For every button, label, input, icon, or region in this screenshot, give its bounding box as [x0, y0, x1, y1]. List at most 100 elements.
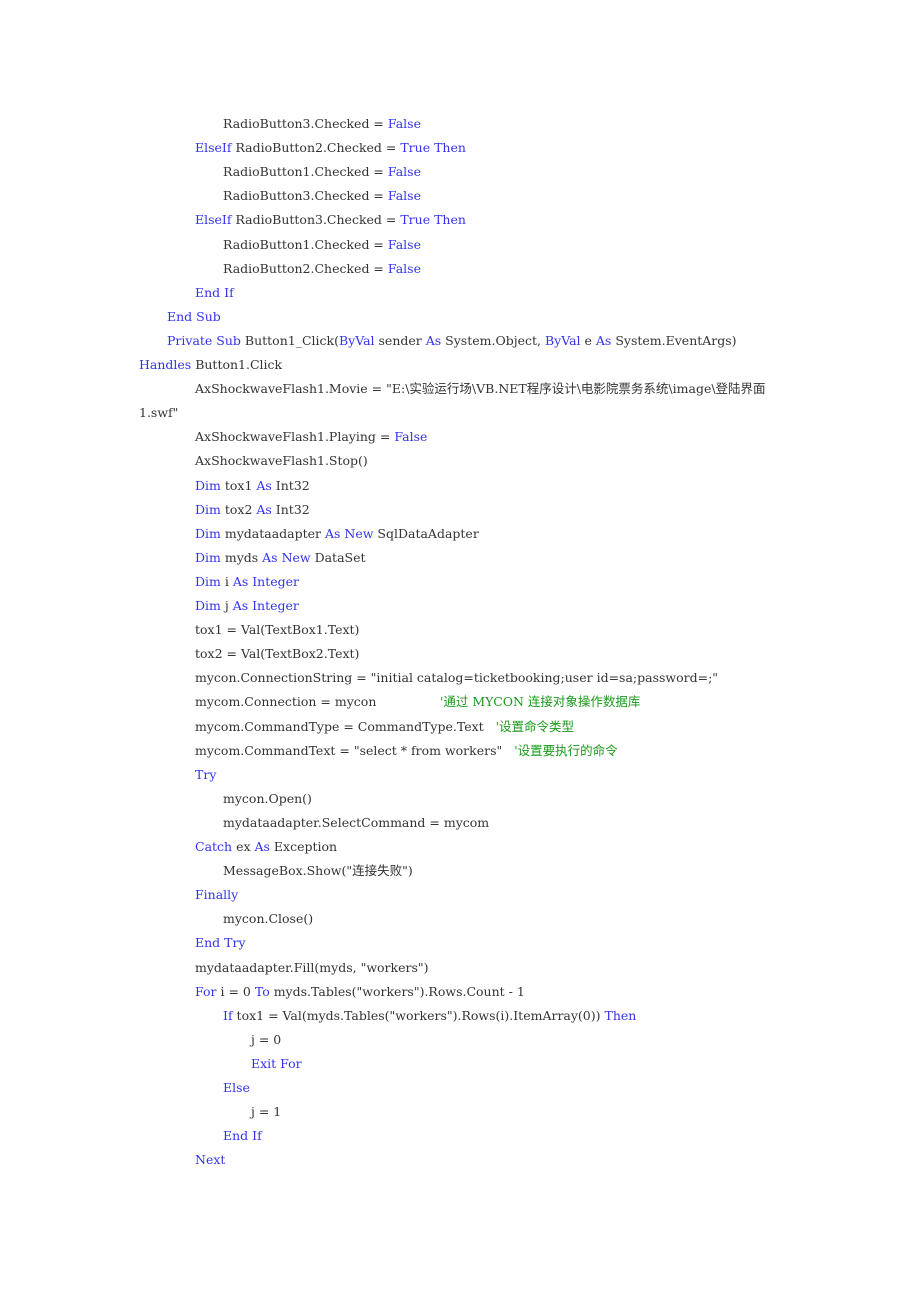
code-text: j = 0 [251, 1032, 282, 1047]
code-text: System.EventArgs) [611, 333, 737, 348]
code-line: RadioButton3.Checked = False [223, 186, 421, 210]
code-keyword: True [400, 212, 431, 227]
code-text: i [220, 574, 233, 589]
code-text: mycon.Close() [223, 911, 314, 926]
code-keyword: As Integer [232, 598, 299, 613]
code-text: ex [232, 839, 255, 854]
code-text: SqlDataAdapter [373, 526, 479, 541]
code-comment: '通过 MYCON 连接对象操作数据库 [439, 694, 641, 709]
code-keyword: As [425, 333, 442, 348]
code-keyword: For [195, 984, 217, 999]
code-keyword: As [256, 502, 272, 517]
code-text: Button1_Click( [240, 333, 339, 348]
code-line: Next [195, 1150, 225, 1174]
code-keyword: As New [324, 526, 374, 541]
code-keyword: Else [223, 1080, 250, 1095]
code-keyword: False [387, 116, 421, 131]
code-line: j = 1 [251, 1102, 281, 1126]
code-keyword: ByVal [544, 333, 581, 348]
code-text: tox2 = Val(TextBox2.Text) [195, 646, 360, 661]
code-text: mycom.Connection = mycon [195, 694, 440, 709]
code-line: MessageBox.Show("连接失败") [223, 861, 413, 885]
code-text: mycon.Open() [223, 791, 312, 806]
document-page: RadioButton3.Checked = False ElseIf Radio… [0, 0, 920, 1302]
code-text: mycon.ConnectionString = "initial catalo… [195, 670, 719, 685]
code-text: RadioButton3.Checked = [231, 212, 401, 227]
code-line: AxShockwaveFlash1.Stop() [195, 451, 368, 475]
code-text: 1.swf" [139, 405, 179, 420]
code-keyword: As [254, 839, 270, 854]
code-keyword: End If [223, 1128, 262, 1143]
code-text: AxShockwaveFlash1.Movie = "E:\实验运行场\VB.N… [195, 381, 766, 396]
code-keyword: Dim [195, 478, 221, 493]
code-text: AxShockwaveFlash1.Stop() [195, 453, 368, 468]
code-line: RadioButton1.Checked = False [223, 235, 421, 259]
code-line: mycom.CommandType = CommandType.Text '设置… [195, 717, 574, 741]
code-keyword: False [387, 164, 421, 179]
code-line: mydataadapter.SelectCommand = mycom [223, 813, 489, 837]
code-line: End If [195, 283, 234, 307]
code-line: AxShockwaveFlash1.Playing = False [195, 427, 427, 451]
code-line: Finally [195, 885, 238, 909]
code-line: Dim tox2 As Int32 [195, 500, 310, 524]
code-line: tox1 = Val(TextBox1.Text) [195, 620, 359, 644]
code-text: j [220, 598, 233, 613]
code-text: RadioButton3.Checked = [223, 188, 388, 203]
code-text: Int32 [271, 502, 310, 517]
code-line: mycon.ConnectionString = "initial catalo… [195, 668, 718, 692]
code-keyword: As [595, 333, 612, 348]
code-keyword: Try [195, 767, 217, 782]
code-text: RadioButton1.Checked = [223, 237, 388, 252]
code-keyword: Dim [195, 502, 221, 517]
code-line: Handles Button1.Click [139, 355, 282, 379]
code-line: Dim mydataadapter As New SqlDataAdapter [195, 524, 479, 548]
code-line: End If [223, 1126, 262, 1150]
code-text: mycom.CommandType = CommandType.Text [195, 719, 496, 734]
code-text: tox1 [220, 478, 257, 493]
code-line: Catch ex As Exception [195, 837, 337, 861]
code-keyword: Exit For [251, 1056, 302, 1071]
code-line: tox2 = Val(TextBox2.Text) [195, 644, 359, 668]
code-keyword: False [394, 429, 428, 444]
code-text: myds.Tables("workers").Rows.Count - 1 [269, 984, 525, 999]
code-text: mycom.CommandText = "select * from worke… [195, 743, 515, 758]
code-text: tox2 [220, 502, 257, 517]
code-text: RadioButton2.Checked = [231, 140, 401, 155]
code-text: tox1 = Val(TextBox1.Text) [195, 622, 360, 637]
code-keyword: To [254, 984, 270, 999]
code-line: ElseIf RadioButton2.Checked = True Then [195, 138, 466, 162]
code-keyword: Finally [195, 887, 239, 902]
code-keyword: End If [195, 285, 234, 300]
code-text: i = 0 [216, 984, 255, 999]
code-text: RadioButton2.Checked = [223, 261, 388, 276]
code-line: j = 0 [251, 1030, 281, 1054]
code-keyword: Dim [195, 574, 221, 589]
code-keyword: Dim [195, 550, 221, 565]
code-text: RadioButton3.Checked = [223, 116, 388, 131]
code-keyword: As New [262, 550, 311, 565]
code-line: Try [195, 765, 216, 789]
code-text: mydataadapter.Fill(myds, "workers") [195, 960, 429, 975]
code-line: End Sub [167, 307, 221, 331]
code-line: Dim i As Integer [195, 572, 299, 596]
code-keyword: Handles [139, 357, 192, 372]
code-text: AxShockwaveFlash1.Playing = [195, 429, 395, 444]
code-keyword: If [223, 1008, 233, 1023]
code-text: MessageBox.Show("连接失败") [223, 863, 413, 878]
code-text: tox1 = Val(myds.Tables("workers").Rows(i… [232, 1008, 605, 1023]
code-line: 1.swf" [139, 403, 178, 427]
code-text: System.Object, [441, 333, 545, 348]
code-text: DataSet [310, 550, 366, 565]
code-keyword: End Try [195, 935, 246, 950]
code-line: mycon.Open() [223, 789, 312, 813]
code-keyword: Dim [195, 598, 221, 613]
code-line: Dim j As Integer [195, 596, 299, 620]
code-line: ElseIf RadioButton3.Checked = True Then [195, 210, 466, 234]
code-line: Dim tox1 As Int32 [195, 476, 310, 500]
code-text: mydataadapter [220, 526, 325, 541]
code-line: For i = 0 To myds.Tables("workers").Rows… [195, 982, 525, 1006]
code-comment: '设置要执行的命令 [514, 743, 618, 758]
code-keyword: As [256, 478, 272, 493]
code-text: Button1.Click [191, 357, 283, 372]
code-keyword: ElseIf [195, 212, 232, 227]
